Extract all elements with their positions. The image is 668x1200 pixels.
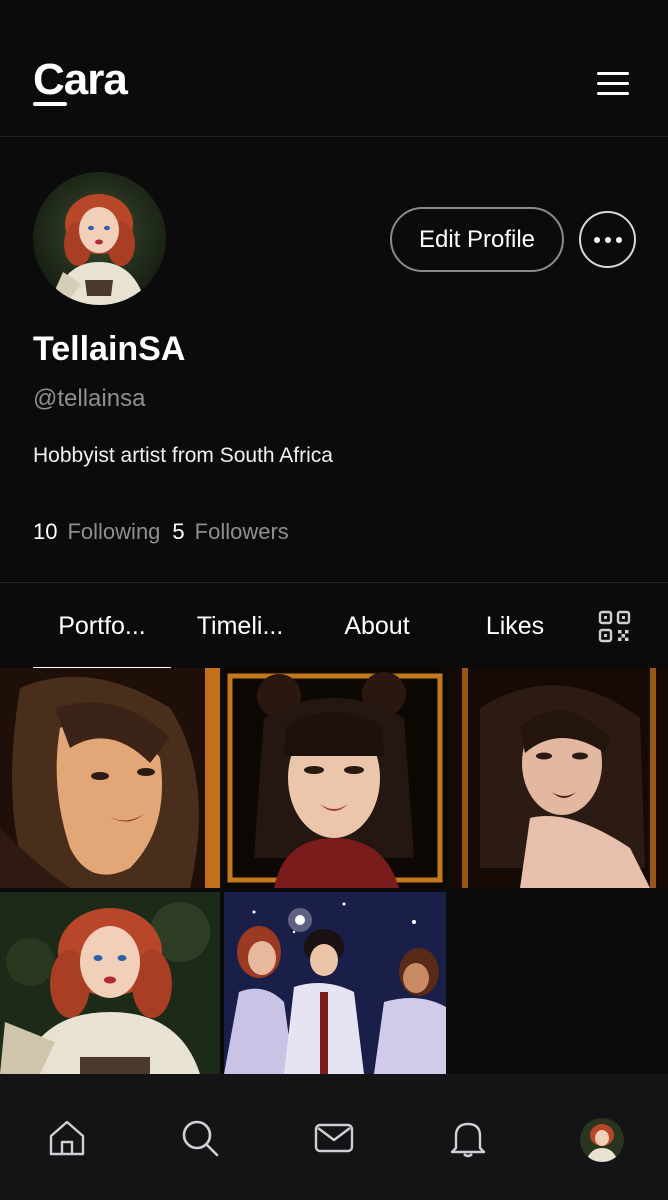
hamburger-menu-icon[interactable]: [596, 72, 632, 98]
profile-tabs: Portfo... Timeli... About Likes: [0, 582, 668, 670]
display-name: TellainSA: [33, 330, 186, 368]
home-icon[interactable]: [45, 1116, 89, 1160]
avatar[interactable]: [580, 1118, 624, 1162]
bell-icon[interactable]: [446, 1116, 490, 1160]
followers-link[interactable]: Followers: [195, 519, 289, 545]
top-bar: Cara: [0, 0, 668, 137]
edit-profile-button[interactable]: Edit Profile: [390, 207, 564, 272]
username-handle: @tellainsa: [33, 385, 146, 412]
logo-underline: [33, 102, 67, 106]
tab-likes[interactable]: Likes: [445, 583, 585, 669]
more-options-icon[interactable]: [579, 211, 636, 268]
profile-bio: Hobbyist artist from South Africa: [33, 444, 333, 467]
artwork-thumbnail[interactable]: [224, 668, 446, 888]
bottom-navigation: [0, 1074, 668, 1200]
qr-code-icon[interactable]: [598, 610, 631, 643]
portfolio-grid: [0, 668, 668, 1074]
artwork-thumbnail[interactable]: [224, 892, 446, 1074]
tab-portfolio[interactable]: Portfo...: [33, 583, 171, 669]
artwork-thumbnail[interactable]: [450, 668, 668, 888]
mail-icon[interactable]: [312, 1116, 356, 1160]
search-icon[interactable]: [178, 1116, 222, 1160]
profile-avatar[interactable]: [33, 172, 166, 305]
followers-count: 5: [172, 519, 185, 544]
tab-about[interactable]: About: [309, 583, 445, 669]
artwork-thumbnail[interactable]: [0, 668, 220, 888]
follow-stats: 10 Following 5 Followers: [33, 519, 301, 545]
following-count: 10: [33, 519, 58, 544]
tab-timeline[interactable]: Timeli...: [171, 583, 309, 669]
cara-logo[interactable]: Cara: [33, 56, 128, 104]
artwork-thumbnail[interactable]: [0, 892, 220, 1074]
following-link[interactable]: Following: [67, 519, 160, 545]
